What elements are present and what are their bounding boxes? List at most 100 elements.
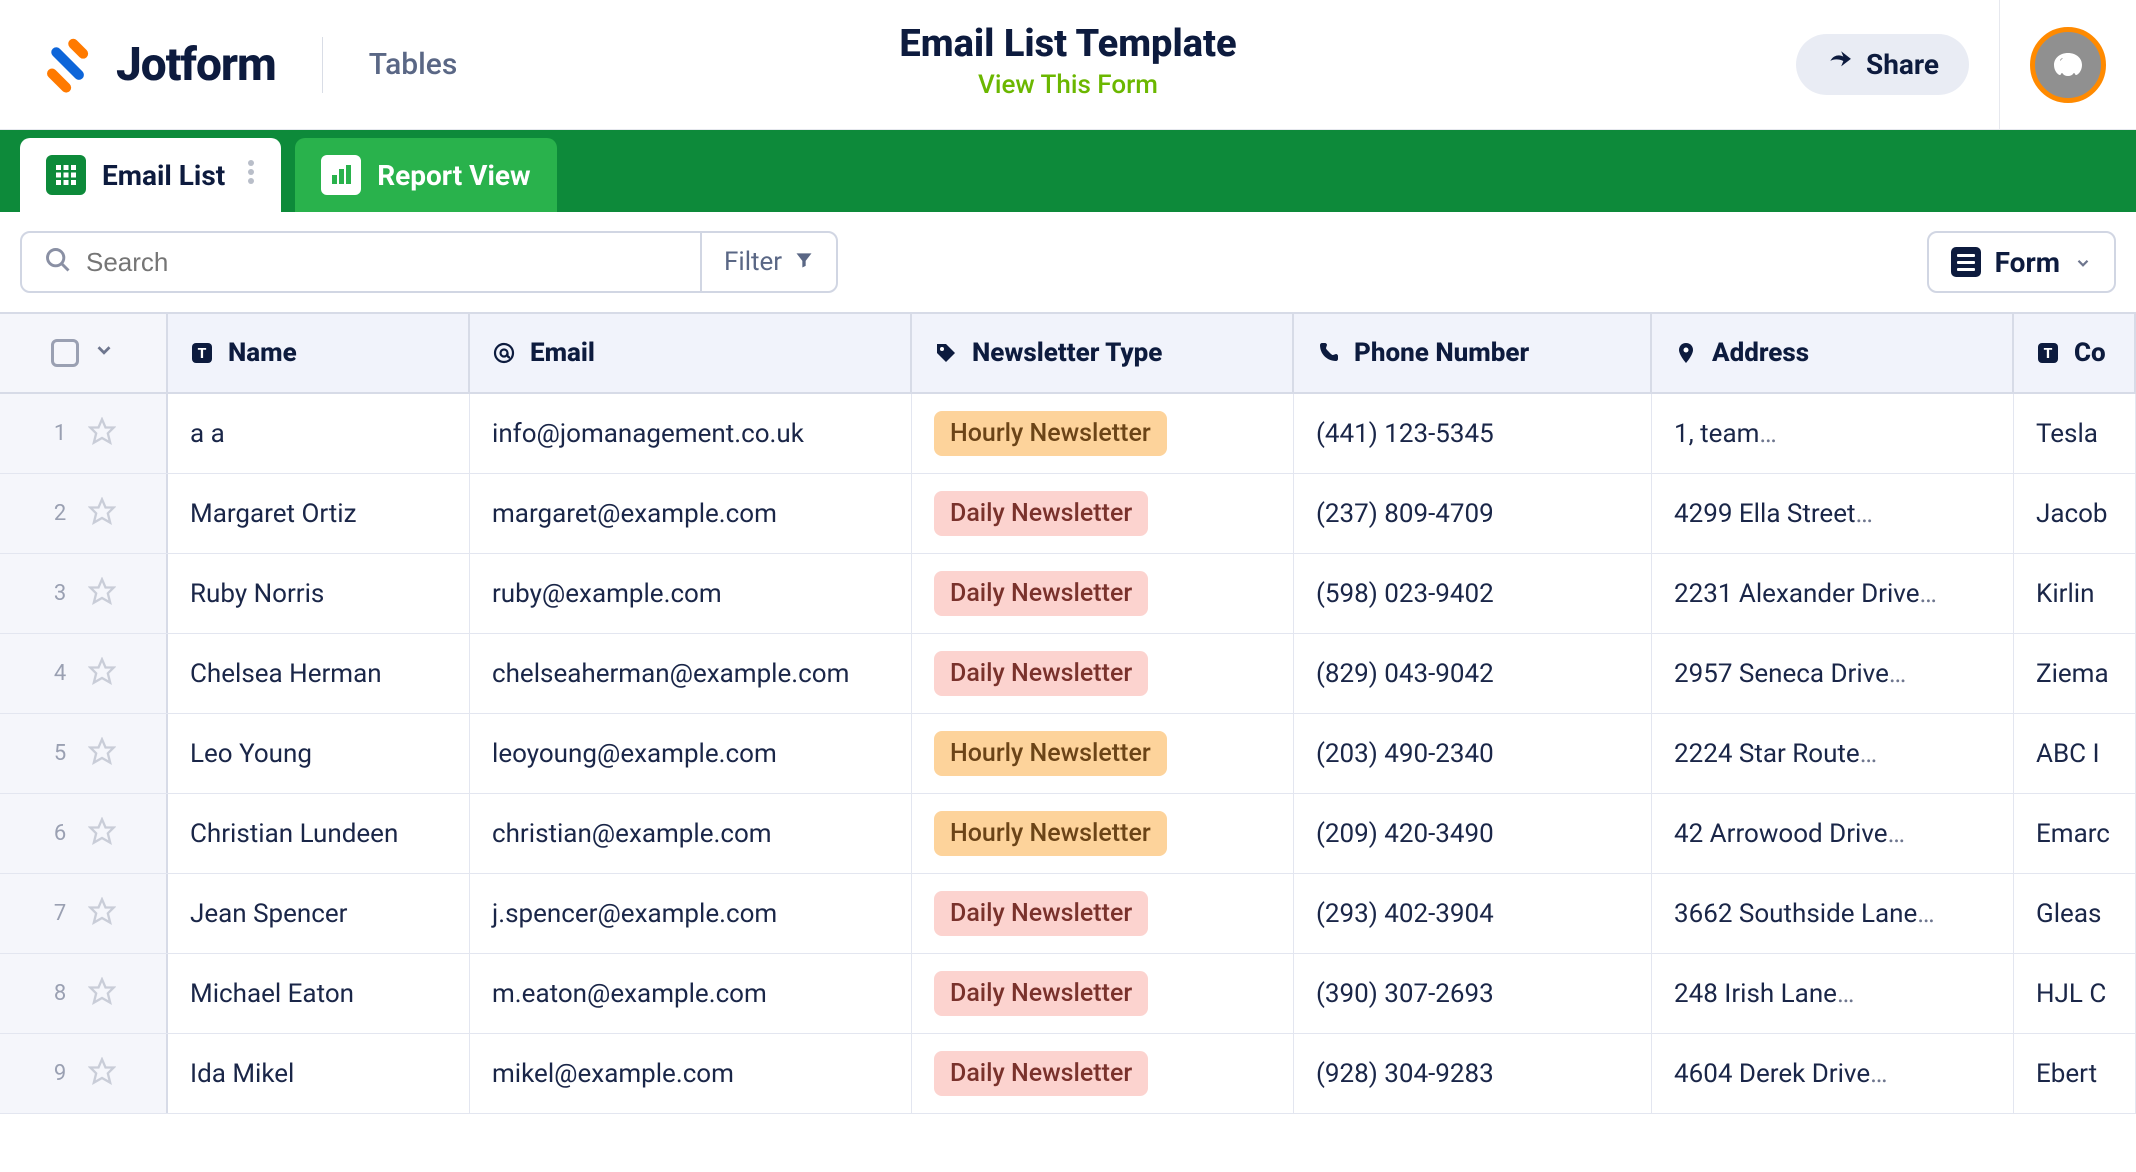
table-row[interactable]: 1a ainfo@jomanagement.co.ukHourly Newsle… bbox=[0, 394, 2136, 474]
cell-address[interactable]: 2224 Star Route bbox=[1652, 714, 2014, 793]
col-name[interactable]: T Name bbox=[168, 314, 470, 392]
star-icon[interactable] bbox=[88, 1057, 116, 1091]
cell-email[interactable]: info@jomanagement.co.uk bbox=[470, 394, 912, 473]
cell-newsletter[interactable]: Hourly Newsletter bbox=[912, 714, 1294, 793]
text-icon: T bbox=[190, 341, 214, 365]
search-box[interactable] bbox=[22, 233, 702, 291]
table-row[interactable]: 2Margaret Ortizmargaret@example.comDaily… bbox=[0, 474, 2136, 554]
cell-company[interactable]: Gleas bbox=[2014, 874, 2136, 953]
col-newsletter[interactable]: Newsletter Type bbox=[912, 314, 1294, 392]
cell-email[interactable]: christian@example.com bbox=[470, 794, 912, 873]
tab-more-icon[interactable] bbox=[247, 159, 255, 192]
cell-email[interactable]: margaret@example.com bbox=[470, 474, 912, 553]
star-icon[interactable] bbox=[88, 577, 116, 611]
cell-company[interactable]: Jacob bbox=[2014, 474, 2136, 553]
cell-email[interactable]: ruby@example.com bbox=[470, 554, 912, 633]
user-avatar[interactable] bbox=[2030, 27, 2106, 103]
cell-newsletter[interactable]: Daily Newsletter bbox=[912, 554, 1294, 633]
cell-name[interactable]: a a bbox=[168, 394, 470, 473]
cell-address[interactable]: 3662 Southside Lane bbox=[1652, 874, 2014, 953]
chevron-down-icon[interactable] bbox=[93, 338, 115, 368]
filter-icon bbox=[794, 247, 814, 277]
cell-company[interactable]: ABC I bbox=[2014, 714, 2136, 793]
cell-address[interactable]: 2231 Alexander Drive bbox=[1652, 554, 2014, 633]
row-gutter: 9 bbox=[0, 1034, 168, 1113]
cell-phone[interactable]: (441) 123-5345 bbox=[1294, 394, 1652, 473]
cell-address[interactable]: 42 Arrowood Drive bbox=[1652, 794, 2014, 873]
header-gutter bbox=[0, 314, 168, 392]
table-row[interactable]: 9Ida Mikelmikel@example.comDaily Newslet… bbox=[0, 1034, 2136, 1114]
star-icon[interactable] bbox=[88, 977, 116, 1011]
cell-company[interactable]: Emarc bbox=[2014, 794, 2136, 873]
form-button[interactable]: Form bbox=[1927, 231, 2116, 293]
cell-address[interactable]: 2957 Seneca Drive bbox=[1652, 634, 2014, 713]
cell-address[interactable]: 4299 Ella Street bbox=[1652, 474, 2014, 553]
col-label: Address bbox=[1712, 338, 1809, 368]
cell-company[interactable]: Ebert bbox=[2014, 1034, 2136, 1113]
cell-company[interactable]: HJL C bbox=[2014, 954, 2136, 1033]
cell-name[interactable]: Michael Eaton bbox=[168, 954, 470, 1033]
cell-newsletter[interactable]: Daily Newsletter bbox=[912, 634, 1294, 713]
star-icon[interactable] bbox=[88, 737, 116, 771]
cell-phone[interactable]: (598) 023-9402 bbox=[1294, 554, 1652, 633]
cell-phone[interactable]: (237) 809-4709 bbox=[1294, 474, 1652, 553]
cell-company[interactable]: Kirlin bbox=[2014, 554, 2136, 633]
search-input[interactable] bbox=[86, 247, 678, 278]
star-icon[interactable] bbox=[88, 497, 116, 531]
table-header: T Name Email Newsletter Type Phone Numbe… bbox=[0, 314, 2136, 394]
star-icon[interactable] bbox=[88, 817, 116, 851]
col-email[interactable]: Email bbox=[470, 314, 912, 392]
cell-company[interactable]: Tesla bbox=[2014, 394, 2136, 473]
cell-name[interactable]: Chelsea Herman bbox=[168, 634, 470, 713]
select-all-checkbox[interactable] bbox=[51, 339, 79, 367]
table-row[interactable]: 8Michael Eatonm.eaton@example.comDaily N… bbox=[0, 954, 2136, 1034]
col-phone[interactable]: Phone Number bbox=[1294, 314, 1652, 392]
cell-address[interactable]: 248 Irish Lane bbox=[1652, 954, 2014, 1033]
cell-name[interactable]: Jean Spencer bbox=[168, 874, 470, 953]
cell-email[interactable]: leoyoung@example.com bbox=[470, 714, 912, 793]
chevron-down-icon bbox=[2074, 246, 2092, 279]
table-row[interactable]: 7Jean Spencerj.spencer@example.comDaily … bbox=[0, 874, 2136, 954]
cell-phone[interactable]: (928) 304-9283 bbox=[1294, 1034, 1652, 1113]
section-label[interactable]: Tables bbox=[369, 47, 458, 82]
cell-company[interactable]: Ziema bbox=[2014, 634, 2136, 713]
tab-email-list[interactable]: Email List bbox=[20, 138, 281, 212]
cell-address[interactable]: 4604 Derek Drive bbox=[1652, 1034, 2014, 1113]
brand-name: Jotform bbox=[116, 38, 276, 92]
cell-newsletter[interactable]: Hourly Newsletter bbox=[912, 394, 1294, 473]
filter-button[interactable]: Filter bbox=[702, 233, 836, 291]
cell-newsletter[interactable]: Daily Newsletter bbox=[912, 1034, 1294, 1113]
cell-phone[interactable]: (209) 420-3490 bbox=[1294, 794, 1652, 873]
cell-name[interactable]: Margaret Ortiz bbox=[168, 474, 470, 553]
cell-email[interactable]: chelseaherman@example.com bbox=[470, 634, 912, 713]
cell-address[interactable]: 1, team bbox=[1652, 394, 2014, 473]
cell-newsletter[interactable]: Daily Newsletter bbox=[912, 954, 1294, 1033]
star-icon[interactable] bbox=[88, 897, 116, 931]
share-button[interactable]: Share bbox=[1796, 34, 1969, 95]
cell-email[interactable]: m.eaton@example.com bbox=[470, 954, 912, 1033]
cell-newsletter[interactable]: Daily Newsletter bbox=[912, 474, 1294, 553]
col-company[interactable]: T Co bbox=[2014, 314, 2136, 392]
star-icon[interactable] bbox=[88, 657, 116, 691]
table-row[interactable]: 6Christian Lundeenchristian@example.comH… bbox=[0, 794, 2136, 874]
table-row[interactable]: 3Ruby Norrisruby@example.comDaily Newsle… bbox=[0, 554, 2136, 634]
form-icon bbox=[1951, 247, 1981, 277]
cell-newsletter[interactable]: Hourly Newsletter bbox=[912, 794, 1294, 873]
cell-newsletter[interactable]: Daily Newsletter bbox=[912, 874, 1294, 953]
star-icon[interactable] bbox=[88, 417, 116, 451]
tab-report-view[interactable]: Report View bbox=[295, 138, 556, 212]
cell-email[interactable]: mikel@example.com bbox=[470, 1034, 912, 1113]
view-form-link[interactable]: View This Form bbox=[899, 70, 1236, 100]
cell-name[interactable]: Leo Young bbox=[168, 714, 470, 793]
cell-email[interactable]: j.spencer@example.com bbox=[470, 874, 912, 953]
cell-name[interactable]: Ida Mikel bbox=[168, 1034, 470, 1113]
cell-phone[interactable]: (829) 043-9042 bbox=[1294, 634, 1652, 713]
table-row[interactable]: 4Chelsea Hermanchelseaherman@example.com… bbox=[0, 634, 2136, 714]
cell-phone[interactable]: (390) 307-2693 bbox=[1294, 954, 1652, 1033]
cell-phone[interactable]: (293) 402-3904 bbox=[1294, 874, 1652, 953]
cell-name[interactable]: Ruby Norris bbox=[168, 554, 470, 633]
table-row[interactable]: 5Leo Youngleoyoung@example.comHourly New… bbox=[0, 714, 2136, 794]
cell-name[interactable]: Christian Lundeen bbox=[168, 794, 470, 873]
cell-phone[interactable]: (203) 490-2340 bbox=[1294, 714, 1652, 793]
col-address[interactable]: Address bbox=[1652, 314, 2014, 392]
